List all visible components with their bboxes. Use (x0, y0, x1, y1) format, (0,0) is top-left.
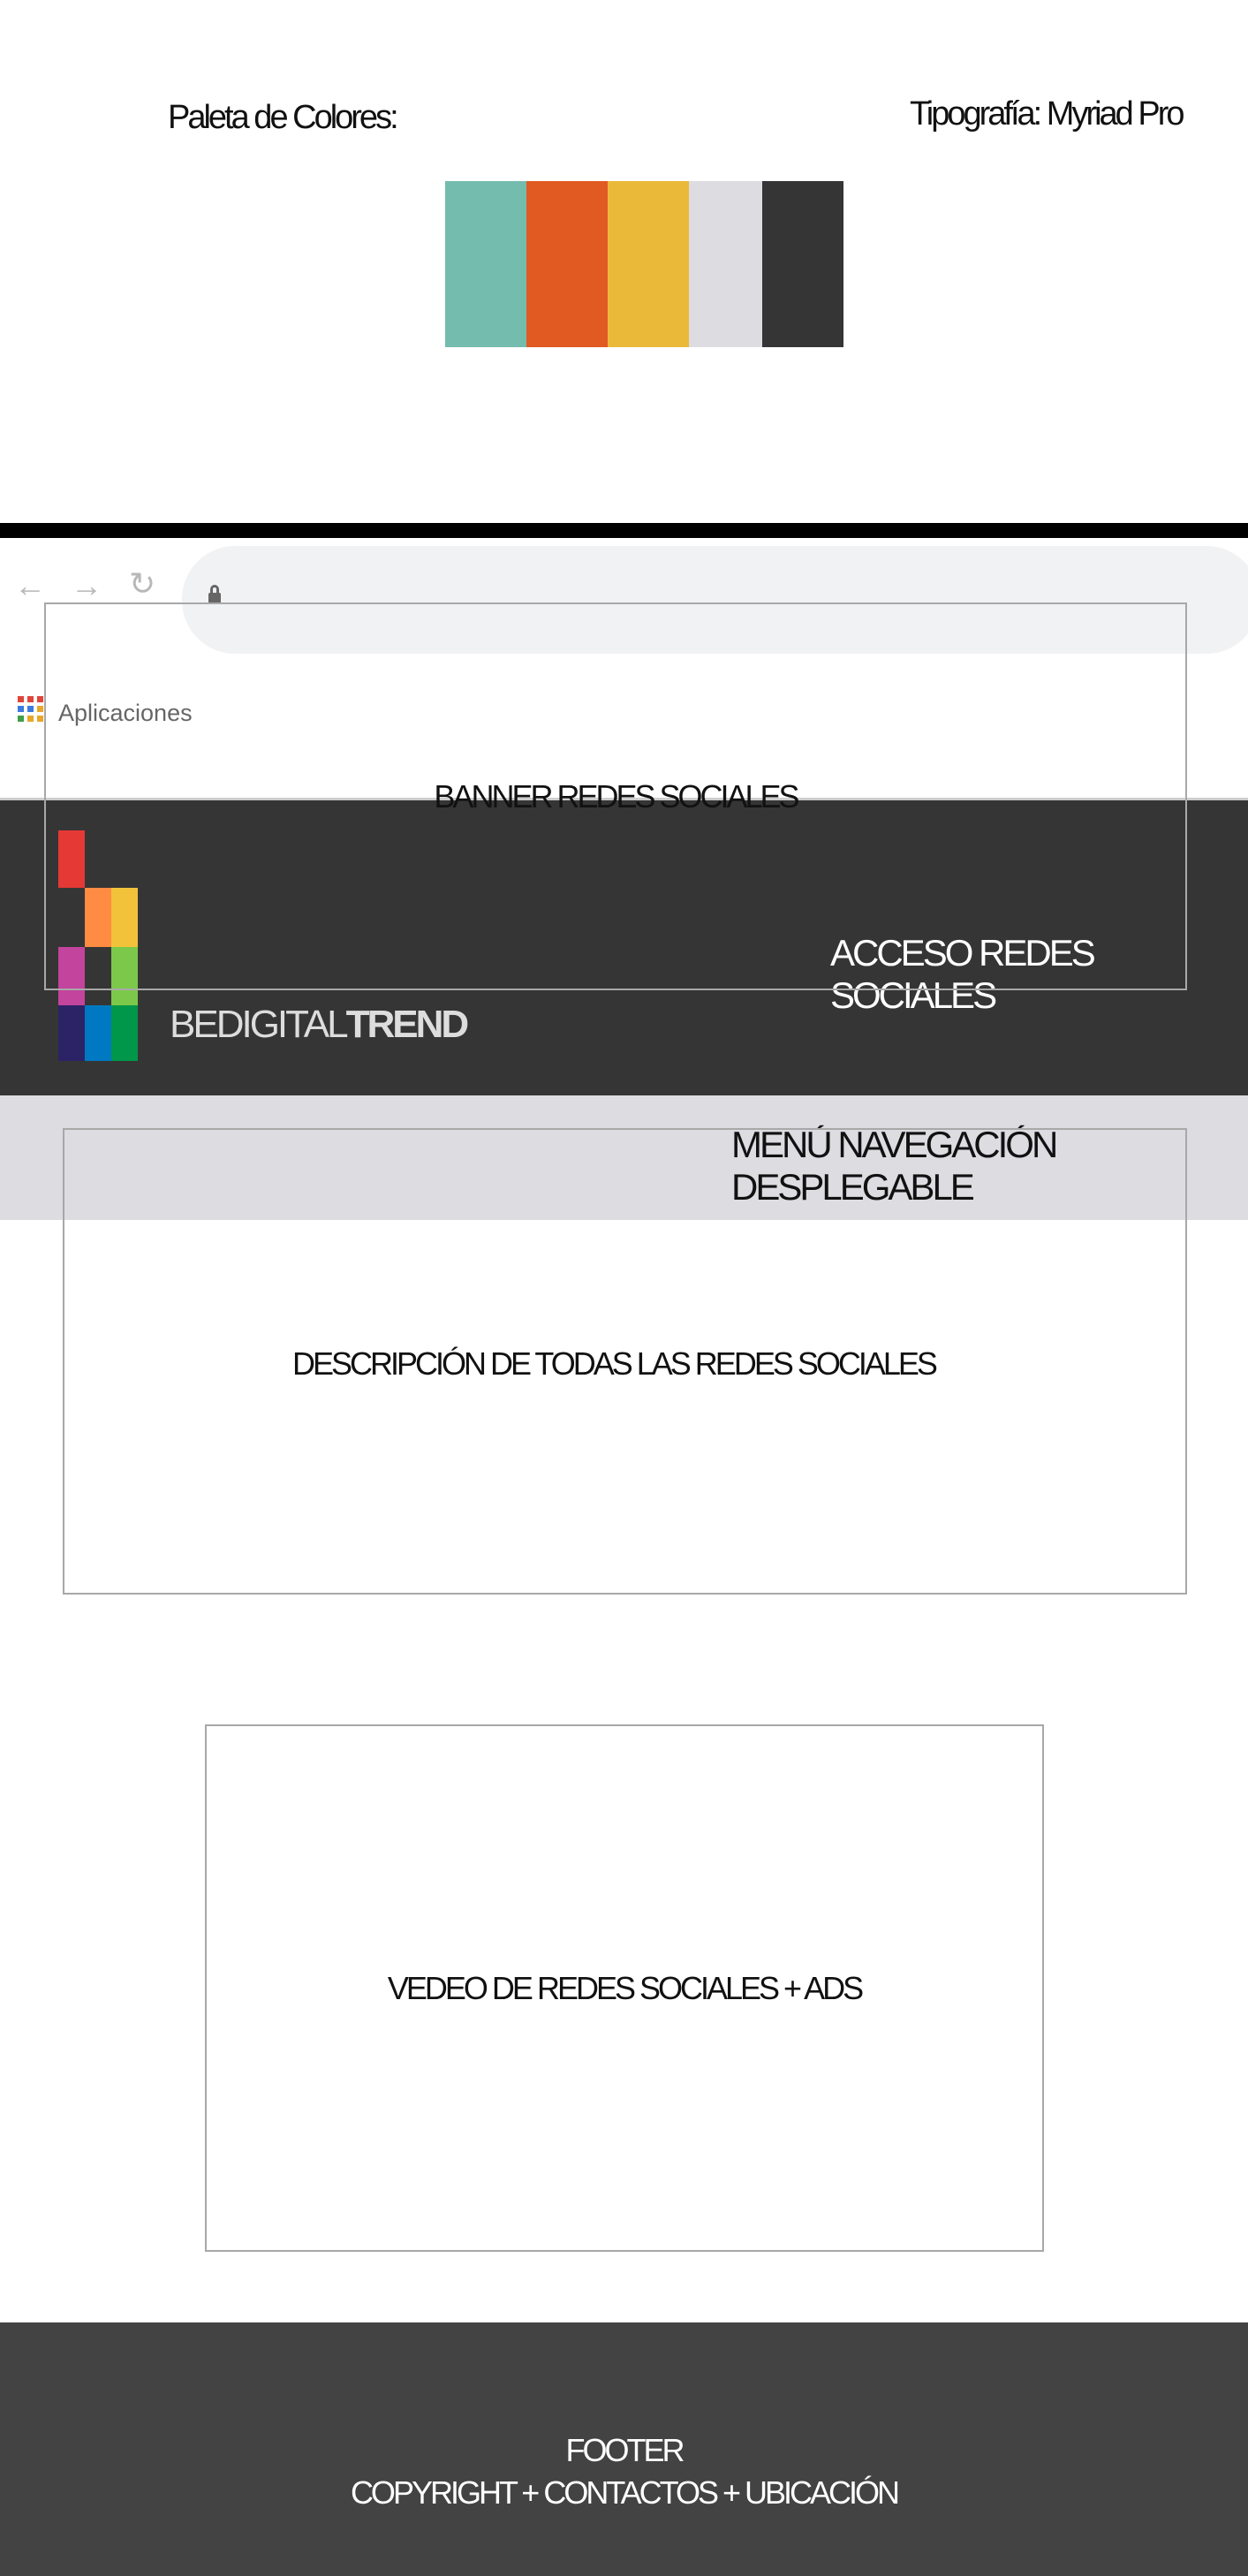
swatch-dark-gray (762, 181, 843, 347)
site-footer: FOOTER COPYRIGHT + CONTACTOS + UBICACIÓN (0, 2322, 1248, 2576)
video-section: VEDEO DE REDES SOCIALES + ADS (205, 1724, 1044, 2252)
video-label: VEDEO DE REDES SOCIALES + ADS (387, 1969, 864, 2006)
brand-name[interactable]: BEDIGITALTREND (170, 1003, 470, 1047)
swatch-teal (445, 181, 526, 347)
palette-label: Paleta de Colores: (168, 99, 399, 136)
apps-grid-icon[interactable] (18, 696, 43, 722)
divider-bar (0, 523, 1248, 538)
footer-info: COPYRIGHT + CONTACTOS + UBICACIÓN (350, 2474, 900, 2511)
color-palette (445, 181, 843, 347)
forward-arrow-icon[interactable]: → (71, 567, 102, 604)
lock-icon (208, 585, 221, 604)
brand-light: BEDIGITAL (170, 1003, 349, 1046)
swatch-orange (526, 181, 608, 347)
back-arrow-icon[interactable]: ← (14, 567, 46, 604)
swatch-yellow (608, 181, 689, 347)
banner-label: BANNER REDES SOCIALES (434, 777, 799, 814)
description-section: DESCRIPCIÓN DE TODAS LAS REDES SOCIALES (63, 1128, 1187, 1595)
brand-bold: TREND (345, 1003, 470, 1046)
banner-section: BANNER REDES SOCIALES (44, 602, 1187, 990)
reload-icon[interactable]: ↻ (129, 565, 155, 602)
typography-label: Tipografía: Myriad Pro (910, 95, 1185, 133)
description-label: DESCRIPCIÓN DE TODAS LAS REDES SOCIALES (292, 1345, 938, 1382)
swatch-light-gray (689, 181, 762, 347)
footer-title: FOOTER (565, 2432, 685, 2468)
